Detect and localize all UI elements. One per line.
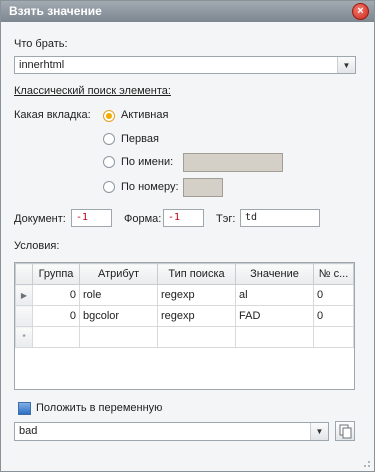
chevron-down-icon[interactable]: ▼ bbox=[310, 423, 328, 440]
radio-by-name[interactable] bbox=[103, 156, 115, 168]
row-indicator bbox=[15, 305, 33, 327]
take-combo[interactable]: innerhtml ▼ bbox=[14, 56, 356, 74]
column-header-attribute[interactable]: Атрибут bbox=[79, 263, 158, 285]
table-cell[interactable]: al bbox=[235, 284, 314, 306]
document-label: Документ: bbox=[14, 213, 66, 225]
tab-label: Какая вкладка: bbox=[14, 109, 91, 121]
radio-first-label[interactable]: Первая bbox=[121, 133, 159, 145]
tag-label: Тэг: bbox=[216, 213, 236, 225]
window-title: Взять значение bbox=[9, 4, 102, 18]
table-cell[interactable] bbox=[157, 326, 236, 348]
column-header-value[interactable]: Значение bbox=[235, 263, 314, 285]
column-header-group[interactable]: Группа bbox=[32, 263, 80, 285]
new-row-icon: * bbox=[15, 326, 33, 348]
conditions-label: Условия: bbox=[14, 240, 60, 252]
table-cell[interactable] bbox=[32, 326, 80, 348]
radio-first[interactable] bbox=[103, 133, 115, 145]
classic-search-link[interactable]: Классический поиск элемента: bbox=[14, 85, 171, 97]
chevron-down-icon[interactable]: ▼ bbox=[337, 57, 355, 73]
save-to-variable-checkbox[interactable] bbox=[18, 402, 31, 415]
table-cell[interactable]: 0 bbox=[313, 284, 354, 306]
take-label: Что брать: bbox=[14, 38, 68, 50]
tab-name-field[interactable] bbox=[183, 153, 283, 172]
table-row[interactable]: ▶ 0 role regexp al 0 bbox=[15, 284, 354, 306]
variable-combo-value: bad bbox=[19, 425, 38, 437]
form-field[interactable]: -1 bbox=[163, 209, 204, 227]
form-label: Форма: bbox=[124, 213, 162, 225]
tag-field[interactable]: td bbox=[240, 209, 320, 227]
document-field[interactable]: -1 bbox=[71, 209, 112, 227]
table-cell[interactable]: bgcolor bbox=[79, 305, 158, 327]
radio-by-number-label[interactable]: По номеру: bbox=[121, 181, 179, 193]
title-bar: Взять значение × bbox=[1, 1, 374, 22]
column-header-search-type[interactable]: Тип поиска bbox=[157, 263, 236, 285]
column-header-number[interactable]: № с... bbox=[313, 263, 354, 285]
table-cell[interactable]: FAD bbox=[235, 305, 314, 327]
radio-by-number[interactable] bbox=[103, 181, 115, 193]
table-cell[interactable]: 0 bbox=[32, 305, 80, 327]
conditions-grid[interactable]: Группа Атрибут Тип поиска Значение № с..… bbox=[14, 262, 355, 390]
take-combo-value: innerhtml bbox=[19, 59, 65, 71]
row-indicator-header bbox=[15, 263, 33, 285]
table-cell[interactable]: regexp bbox=[157, 305, 236, 327]
table-cell[interactable] bbox=[79, 326, 158, 348]
row-pointer-icon: ▶ bbox=[15, 284, 33, 306]
table-cell[interactable] bbox=[313, 326, 354, 348]
save-to-variable-label[interactable]: Положить в переменную bbox=[36, 402, 162, 414]
tab-number-field[interactable] bbox=[183, 178, 223, 197]
radio-by-name-label[interactable]: По имени: bbox=[121, 156, 173, 168]
variable-combo[interactable]: bad ▼ bbox=[14, 422, 329, 441]
copy-icon bbox=[339, 424, 352, 439]
conditions-table: Группа Атрибут Тип поиска Значение № с..… bbox=[15, 263, 354, 348]
copy-button[interactable] bbox=[335, 421, 355, 441]
table-cell[interactable]: regexp bbox=[157, 284, 236, 306]
table-cell[interactable]: role bbox=[79, 284, 158, 306]
table-cell[interactable]: 0 bbox=[313, 305, 354, 327]
table-header-row: Группа Атрибут Тип поиска Значение № с..… bbox=[15, 263, 354, 285]
table-row[interactable]: 0 bgcolor regexp FAD 0 bbox=[15, 305, 354, 327]
radio-active-label[interactable]: Активная bbox=[121, 109, 168, 121]
radio-active[interactable] bbox=[103, 110, 115, 122]
new-row[interactable]: * bbox=[15, 326, 354, 348]
dialog-window: Взять значение × Что брать: innerhtml ▼ … bbox=[0, 0, 375, 472]
resize-grip-icon[interactable] bbox=[361, 458, 371, 468]
table-cell[interactable] bbox=[235, 326, 314, 348]
table-cell[interactable]: 0 bbox=[32, 284, 80, 306]
close-icon[interactable]: × bbox=[352, 3, 369, 20]
